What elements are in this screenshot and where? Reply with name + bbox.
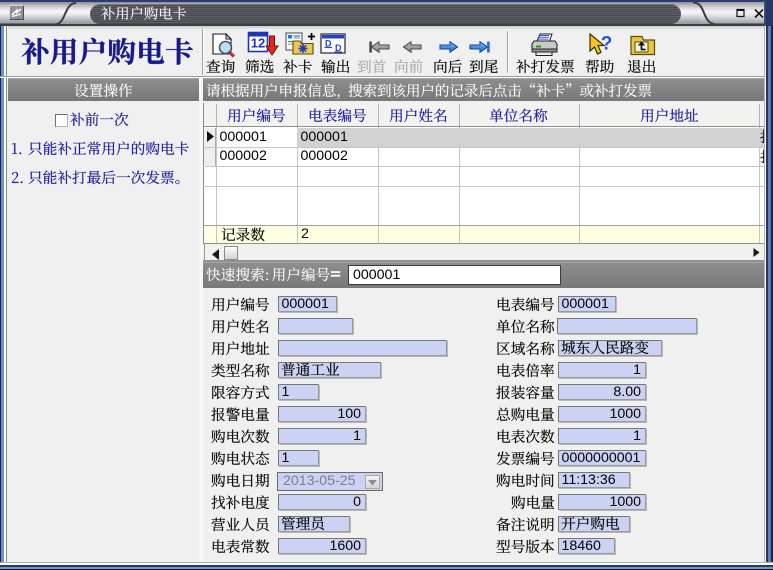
svg-text:12: 12 bbox=[251, 36, 265, 51]
